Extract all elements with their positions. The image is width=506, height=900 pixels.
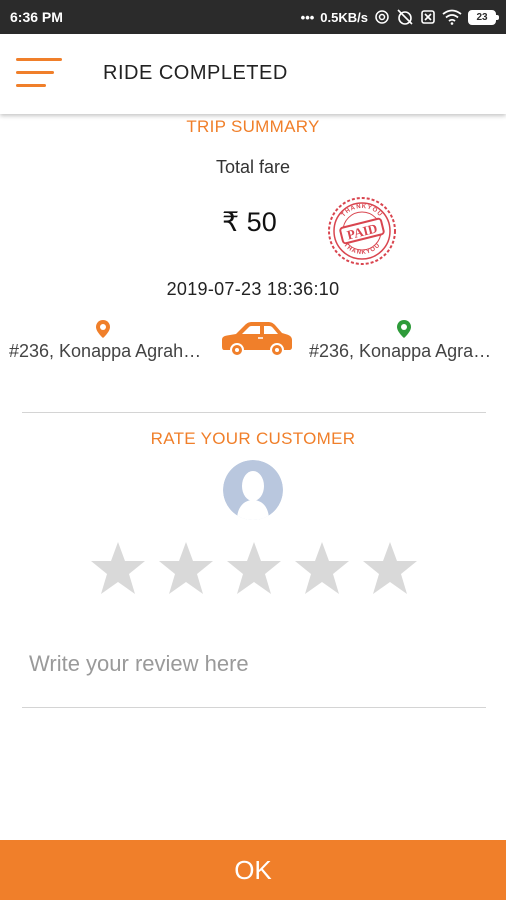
alarm-off-icon (397, 9, 413, 25)
section-divider (22, 412, 486, 413)
svg-text:THANKYOU: THANKYOU (341, 204, 384, 218)
more-dots-icon: ••• (300, 9, 315, 25)
ok-button[interactable]: OK (0, 840, 506, 900)
pickup-pin-icon (96, 320, 110, 338)
rate-customer-heading: RATE YOUR CUSTOMER (150, 429, 356, 448)
sim-off-icon (421, 10, 435, 24)
svg-text:THANKYOU: THANKYOU (342, 242, 382, 256)
page-title: RIDE COMPLETED (103, 62, 288, 84)
star-2-icon[interactable] (157, 540, 215, 598)
drop-address: #236, Konappa Agrahara, Electronic City (309, 341, 497, 361)
hotspot-icon (375, 10, 389, 24)
stamp-ring-text-bottom: THANKYOU (342, 242, 381, 256)
pickup-address: #236, Konappa Agrahara, Electronic City (9, 341, 208, 361)
star-5-icon[interactable] (361, 540, 419, 598)
battery-icon: 23 (468, 9, 499, 25)
total-fare-label: Total fare (215, 157, 291, 177)
customer-avatar (223, 460, 283, 520)
star-1-icon[interactable] (89, 540, 147, 598)
wifi-icon (442, 9, 462, 25)
hamburger-menu-icon[interactable] (16, 56, 64, 92)
star-3-icon[interactable] (225, 540, 283, 598)
stamp-ring-text-top: THANKYOU (341, 204, 383, 218)
paid-stamp-icon: THANKYOU THANKYOU PAID (328, 197, 396, 265)
star-rating (89, 540, 419, 598)
trip-summary-heading: TRIP SUMMARY (186, 117, 320, 136)
drop-pin-icon (397, 320, 411, 338)
network-speed: 0.5KB/s (320, 9, 368, 25)
star-4-icon[interactable] (293, 540, 351, 598)
app-bar: RIDE COMPLETED (0, 34, 506, 114)
status-icons: ••• 0.5KB/s 23 (300, 8, 499, 26)
review-underline (22, 707, 486, 708)
status-time: 6:36 PM (10, 9, 63, 25)
fare-amount: ₹ 50 (222, 207, 277, 237)
status-bar: 6:36 PM ••• 0.5KB/s 23 (0, 0, 506, 34)
review-input[interactable] (22, 636, 486, 692)
car-icon (222, 322, 292, 357)
trip-datetime: 2019-07-23 18:36:10 (166, 279, 340, 299)
paid-stamp-text: PAID (345, 220, 379, 242)
